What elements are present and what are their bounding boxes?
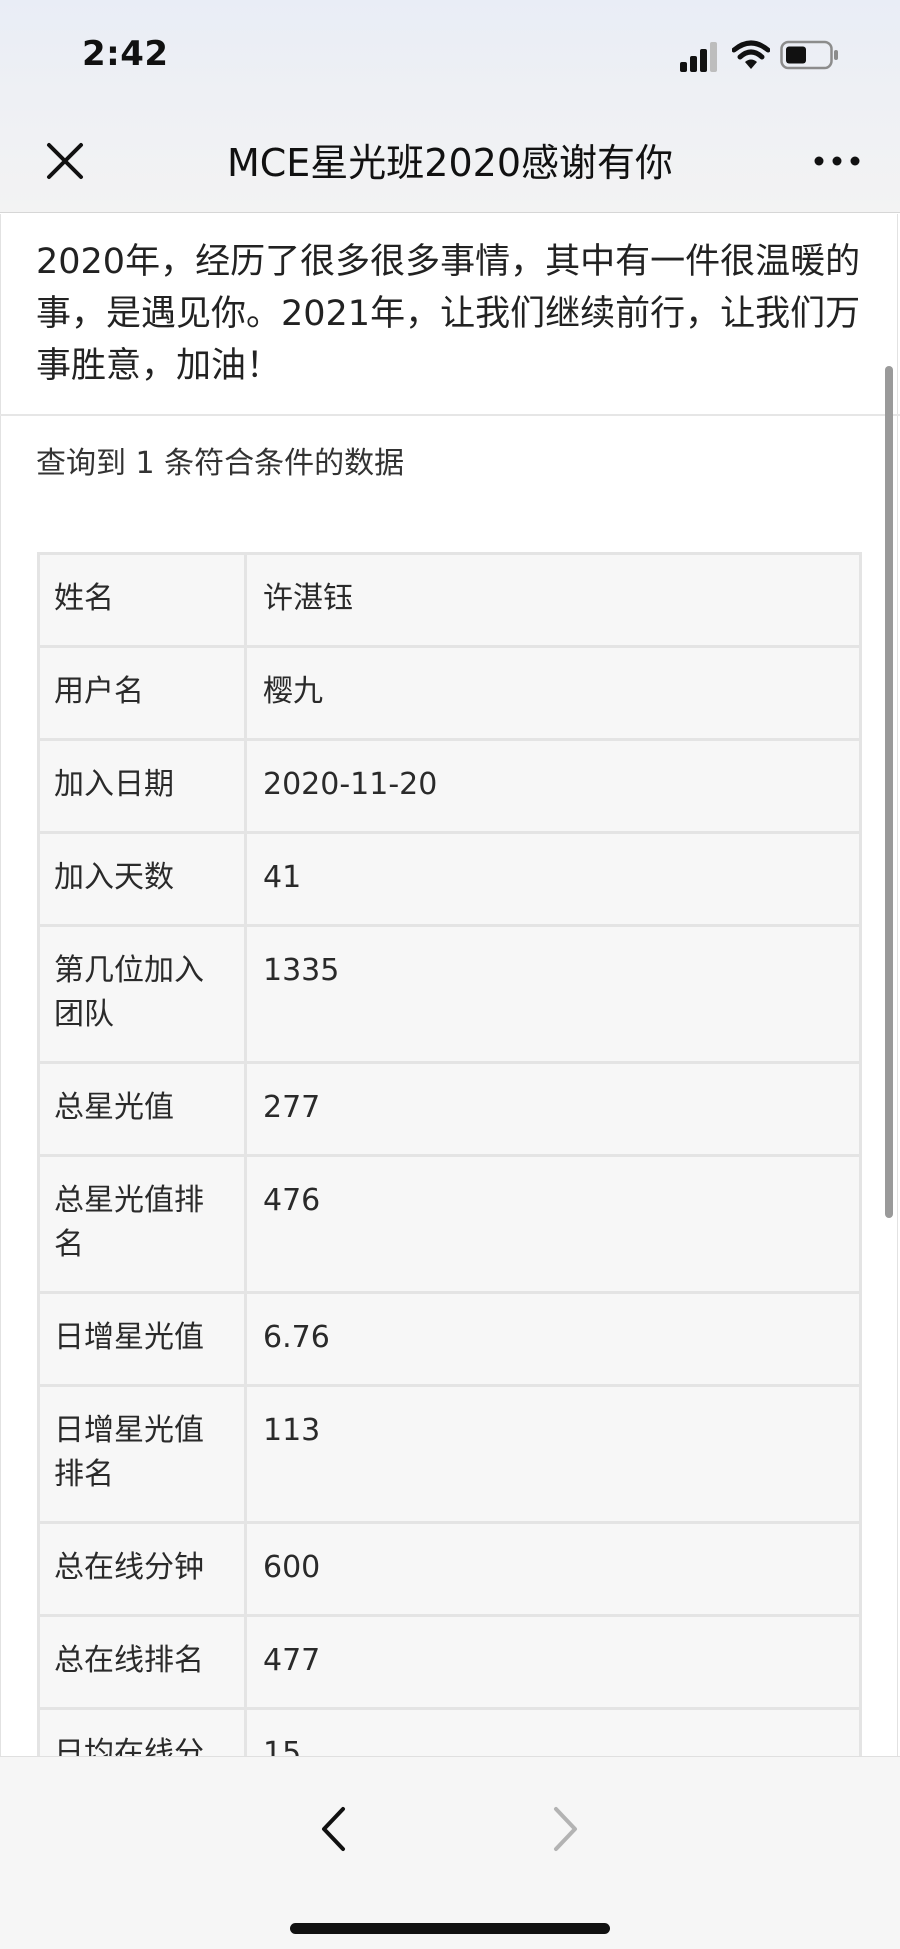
row-label: 总在线分钟 (37, 1521, 247, 1617)
page-title: MCE星光班2020感谢有你 (226, 141, 674, 185)
row-value: 1335 (244, 924, 862, 1064)
bottom-toolbar (0, 1756, 900, 1949)
table-row: 加入日期 2020-11-20 (37, 738, 862, 834)
table-row: 日增星光值 6.76 (37, 1291, 862, 1387)
row-label: 总在线排名 (37, 1614, 247, 1710)
status-icons (680, 40, 900, 76)
divider (0, 414, 900, 416)
scrollbar[interactable] (885, 366, 893, 1218)
top-chrome: 2:42 MCE星光班2020感谢有你 (0, 0, 900, 213)
table-row: 日均在线分 15 (37, 1707, 862, 1756)
more-icon (814, 156, 860, 166)
signal-icon (680, 42, 717, 72)
forward-button[interactable] (536, 1799, 596, 1859)
battery-icon (780, 40, 838, 70)
row-label: 总星光值 (37, 1061, 247, 1157)
close-icon (47, 143, 83, 179)
row-label: 总星光值排名 (37, 1154, 247, 1294)
web-content[interactable]: 2020年，经历了很多很多事情，其中有一件很温暖的事，是遇见你。2021年，让我… (0, 214, 900, 1756)
table-row: 总在线分钟 600 (37, 1521, 862, 1617)
result-count: 查询到 1 条符合条件的数据 (36, 446, 405, 481)
row-value: 277 (244, 1061, 862, 1157)
row-value: 15 (244, 1707, 862, 1756)
intro-text: 2020年，经历了很多很多事情，其中有一件很温暖的事，是遇见你。2021年，让我… (36, 242, 861, 386)
data-table: 姓名 许湛钰 用户名 樱九 加入日期 2020-11-20 加入天数 41 第几… (37, 552, 862, 1756)
row-label: 日均在线分 (37, 1707, 247, 1756)
row-value: 2020-11-20 (244, 738, 862, 834)
table-row: 日增星光值排名 113 (37, 1384, 862, 1524)
row-value: 6.76 (244, 1291, 862, 1387)
row-label: 日增星光值排名 (37, 1384, 247, 1524)
wifi-icon (732, 40, 770, 69)
row-value: 41 (244, 831, 862, 927)
row-label: 加入天数 (37, 831, 247, 927)
row-label: 加入日期 (37, 738, 247, 834)
table-row: 加入天数 41 (37, 831, 862, 927)
row-label: 用户名 (37, 645, 247, 741)
table-row: 总星光值 277 (37, 1061, 862, 1157)
row-value: 476 (244, 1154, 862, 1294)
status-time: 2:42 (82, 34, 169, 74)
table-row: 用户名 樱九 (37, 645, 862, 741)
row-label: 第几位加入团队 (37, 924, 247, 1064)
table-row: 总星光值排名 476 (37, 1154, 862, 1294)
nav-bar: MCE星光班2020感谢有你 (0, 110, 900, 212)
table-row: 第几位加入团队 1335 (37, 924, 862, 1064)
close-button[interactable] (38, 134, 92, 188)
row-value: 113 (244, 1384, 862, 1524)
home-indicator[interactable] (290, 1923, 610, 1934)
table-row: 总在线排名 477 (37, 1614, 862, 1710)
row-label: 日增星光值 (37, 1291, 247, 1387)
chevron-left-icon (322, 1807, 345, 1851)
row-value: 樱九 (244, 645, 862, 741)
row-label: 姓名 (37, 552, 247, 648)
more-button[interactable] (806, 134, 868, 188)
table-row: 姓名 许湛钰 (37, 552, 862, 648)
chevron-right-icon (554, 1807, 577, 1851)
back-button[interactable] (303, 1799, 363, 1859)
row-value: 600 (244, 1521, 862, 1617)
row-value: 许湛钰 (244, 552, 862, 648)
row-value: 477 (244, 1614, 862, 1710)
